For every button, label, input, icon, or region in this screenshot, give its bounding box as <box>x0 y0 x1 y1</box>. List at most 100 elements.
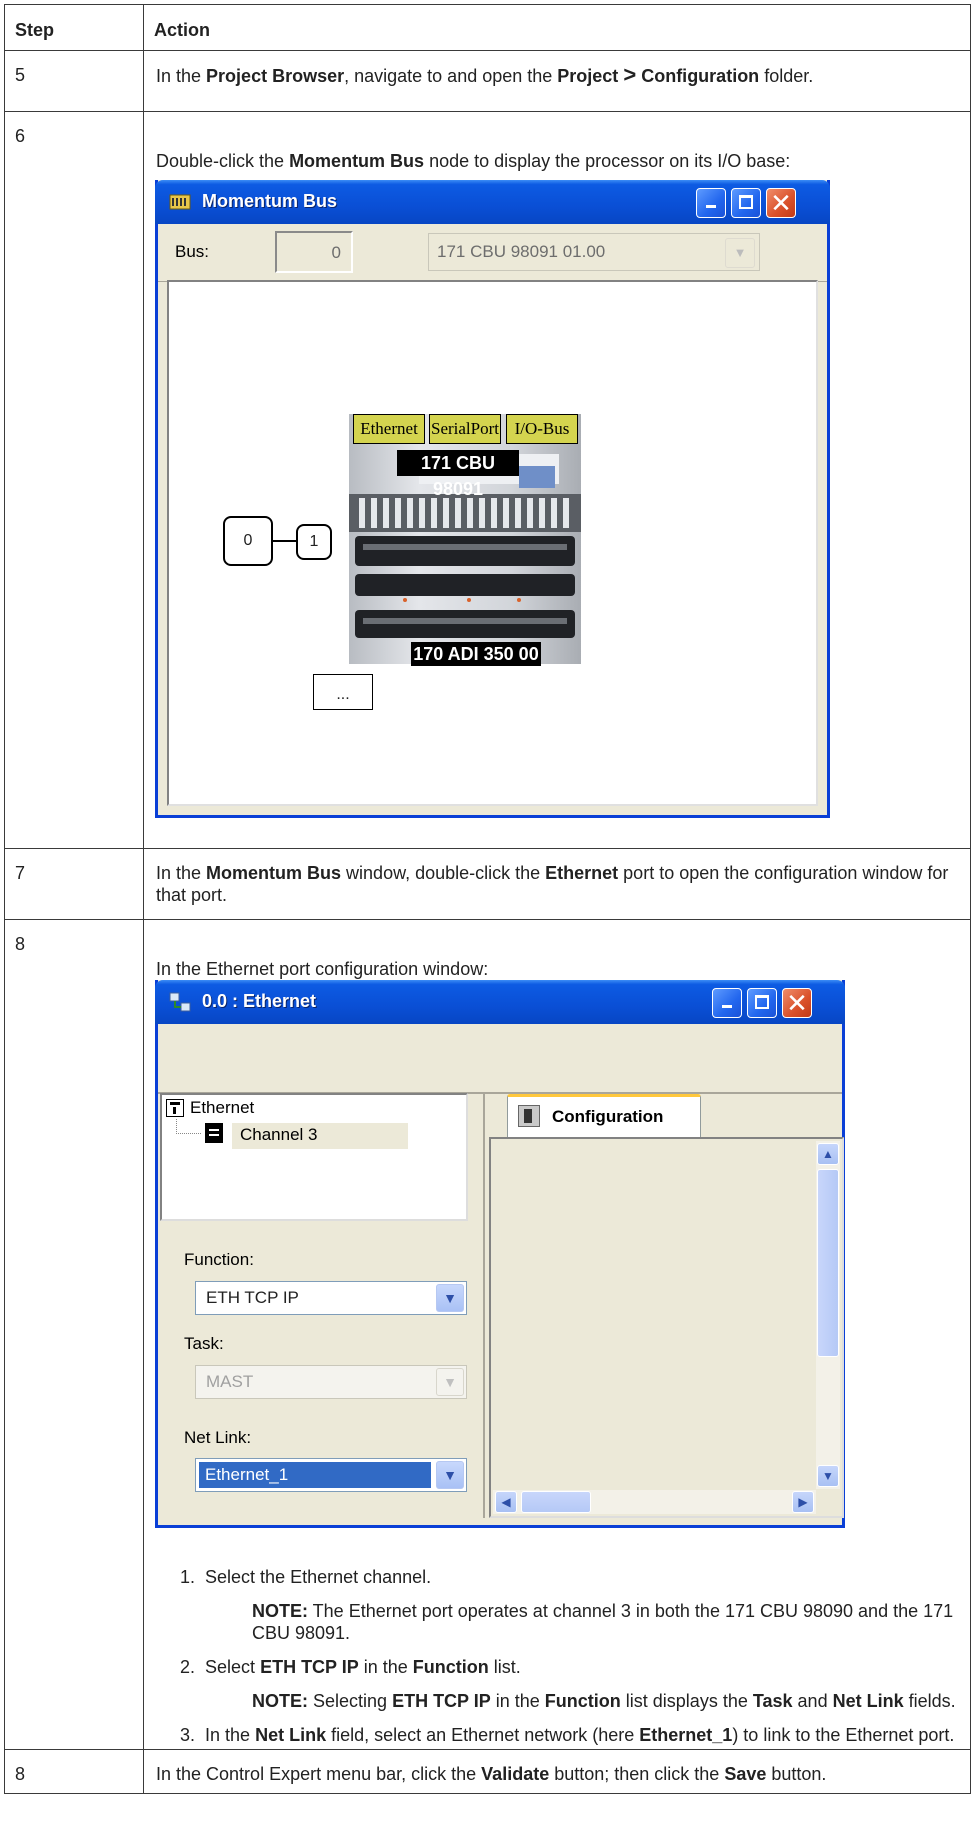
chevron-down-icon: ▼ <box>725 238 755 268</box>
action-cell: In the Control Expert menu bar, click th… <box>143 1749 971 1794</box>
module-select[interactable]: 171 CBU 98091 01.00 ▼ <box>428 233 760 271</box>
bold-text: Function <box>412 1657 489 1677</box>
bold-text: Project Browser <box>206 66 345 86</box>
text: In the <box>156 66 207 86</box>
text: folder. <box>759 66 814 86</box>
tree-item-channel3[interactable]: Channel 3 <box>232 1123 408 1149</box>
momentum-bus-window: Momentum Bus ✕ Bus: 0 171 CBU 98091 01.0… <box>155 180 830 818</box>
tab-configuration[interactable]: Configuration <box>507 1094 701 1139</box>
close-icon: ✕ <box>786 988 808 1018</box>
maximize-button[interactable] <box>731 188 761 218</box>
ethernet-port[interactable]: Ethernet <box>353 414 425 444</box>
text: , navigate to and open the <box>344 66 558 86</box>
function-label: Function: <box>184 1250 254 1269</box>
function-value: ETH TCP IP <box>206 1288 299 1307</box>
header-action: Action <box>143 4 971 51</box>
tree-line <box>176 1119 201 1134</box>
title-bar[interactable]: Momentum Bus ✕ <box>155 180 830 224</box>
text: window, double-click the <box>341 863 546 883</box>
maximize-icon <box>755 995 769 1009</box>
text: In the Control Expert menu bar, click th… <box>156 1764 482 1784</box>
ethernet-config-window: 0.0 : Ethernet ✕ Ethernet Channel 3 Func… <box>155 980 845 1528</box>
add-node-button[interactable]: ... <box>313 674 373 710</box>
maximize-button[interactable] <box>747 988 777 1018</box>
serial-port[interactable]: SerialPort <box>429 414 501 444</box>
scroll-up-button[interactable]: ▲ <box>817 1143 839 1165</box>
window-title: 0.0 : Ethernet <box>202 991 317 1011</box>
bold-text: Validate <box>481 1764 550 1784</box>
table-row: 7 In the Momentum Bus window, double-cli… <box>4 848 971 920</box>
rack-icon <box>169 194 191 210</box>
bold-text: Function <box>544 1691 621 1711</box>
text: and <box>792 1691 833 1711</box>
close-button[interactable]: ✕ <box>766 188 796 218</box>
action-cell: In the Project Browser, navigate to and … <box>143 50 971 112</box>
task-value: MAST <box>206 1372 254 1391</box>
bus-canvas: 0 1 Ethernet SerialPort I/O-Bus 171 CBU … <box>167 280 818 806</box>
header-step: Step <box>4 4 144 51</box>
header-row: Step Action <box>4 4 971 51</box>
tree-node-icon <box>166 1099 184 1117</box>
network-icon <box>169 992 191 1012</box>
netlink-value: Ethernet_1 <box>199 1462 431 1488</box>
bus-label: Bus: <box>175 242 210 261</box>
netlink-label: Net Link: <box>184 1428 252 1447</box>
scroll-left-button[interactable]: ◀ <box>495 1491 517 1513</box>
chevron-down-icon: ▼ <box>436 1284 464 1312</box>
document-icon <box>205 1123 223 1143</box>
function-select[interactable]: ETH TCP IP ▼ <box>195 1281 467 1315</box>
text: in the <box>358 1657 413 1677</box>
note: NOTE: The Ethernet port operates at chan… <box>156 1600 960 1644</box>
minimize-icon <box>706 205 716 208</box>
bold-text: Ethernet <box>545 863 619 883</box>
bold-text: Project <box>557 66 619 86</box>
text: field, select an Ethernet network (here <box>326 1725 640 1745</box>
bus-node-0[interactable]: 0 <box>223 516 273 566</box>
netlink-select[interactable]: Ethernet_1 ▼ <box>195 1458 467 1492</box>
maximize-icon <box>739 195 753 209</box>
scroll-right-button[interactable]: ▶ <box>792 1491 814 1513</box>
step-number: 5 <box>4 50 144 112</box>
connector-line <box>273 540 297 542</box>
bold-text: NOTE: <box>252 1691 308 1711</box>
chevron-right-icon: > <box>623 62 637 87</box>
header-area <box>158 1024 842 1094</box>
scroll-thumb[interactable] <box>521 1491 591 1513</box>
tree-item-ethernet[interactable]: Ethernet <box>190 1098 254 1118</box>
splitter[interactable] <box>483 1093 485 1518</box>
text: Double-click the <box>156 151 290 171</box>
vertical-scrollbar[interactable]: ▲ ▼ <box>816 1141 840 1489</box>
text: In the <box>205 1725 256 1745</box>
bus-toolbar: Bus: 0 171 CBU 98091 01.00 ▼ <box>158 224 827 282</box>
io-bus-port[interactable]: I/O-Bus <box>506 414 578 444</box>
configuration-pane: ▲ ▼ ◀ ▶ <box>489 1137 844 1518</box>
bus-node-1[interactable]: 1 <box>296 524 332 560</box>
text: Select <box>205 1657 261 1677</box>
horizontal-scrollbar[interactable]: ◀ ▶ <box>493 1490 816 1514</box>
list-number: 3. <box>180 1725 196 1745</box>
step-number: 8 <box>4 1749 144 1794</box>
step-number: 8 <box>4 919 144 1750</box>
bold-text: Net Link <box>255 1725 327 1745</box>
close-button[interactable]: ✕ <box>782 988 812 1018</box>
table-row: 5 In the Project Browser, navigate to an… <box>4 50 971 112</box>
device-module[interactable]: Ethernet SerialPort I/O-Bus 171 CBU 9809… <box>349 414 581 666</box>
bold-text: ETH TCP IP <box>392 1691 491 1711</box>
list-number: 1. <box>180 1567 196 1587</box>
text: button. <box>766 1764 827 1784</box>
minimize-button[interactable] <box>696 188 726 218</box>
bus-number-field[interactable]: 0 <box>275 231 353 273</box>
tab-label: Configuration <box>552 1107 664 1126</box>
minimize-button[interactable] <box>712 988 742 1018</box>
task-select[interactable]: MAST ▼ <box>195 1365 467 1399</box>
window-title: Momentum Bus <box>202 191 337 211</box>
scroll-down-button[interactable]: ▼ <box>817 1465 839 1487</box>
list-item: 3. In the Net Link field, select an Ethe… <box>156 1724 960 1746</box>
scroll-thumb[interactable] <box>817 1169 839 1357</box>
step6-text: Double-click the Momentum Bus node to di… <box>156 150 960 172</box>
bold-text: NOTE: <box>252 1601 308 1621</box>
step-number: 6 <box>4 111 144 849</box>
title-bar[interactable]: 0.0 : Ethernet ✕ <box>155 980 845 1024</box>
bold-text: Momentum Bus <box>206 863 342 883</box>
instruction-list: 1. Select the Ethernet channel. NOTE: Th… <box>156 1566 960 1746</box>
